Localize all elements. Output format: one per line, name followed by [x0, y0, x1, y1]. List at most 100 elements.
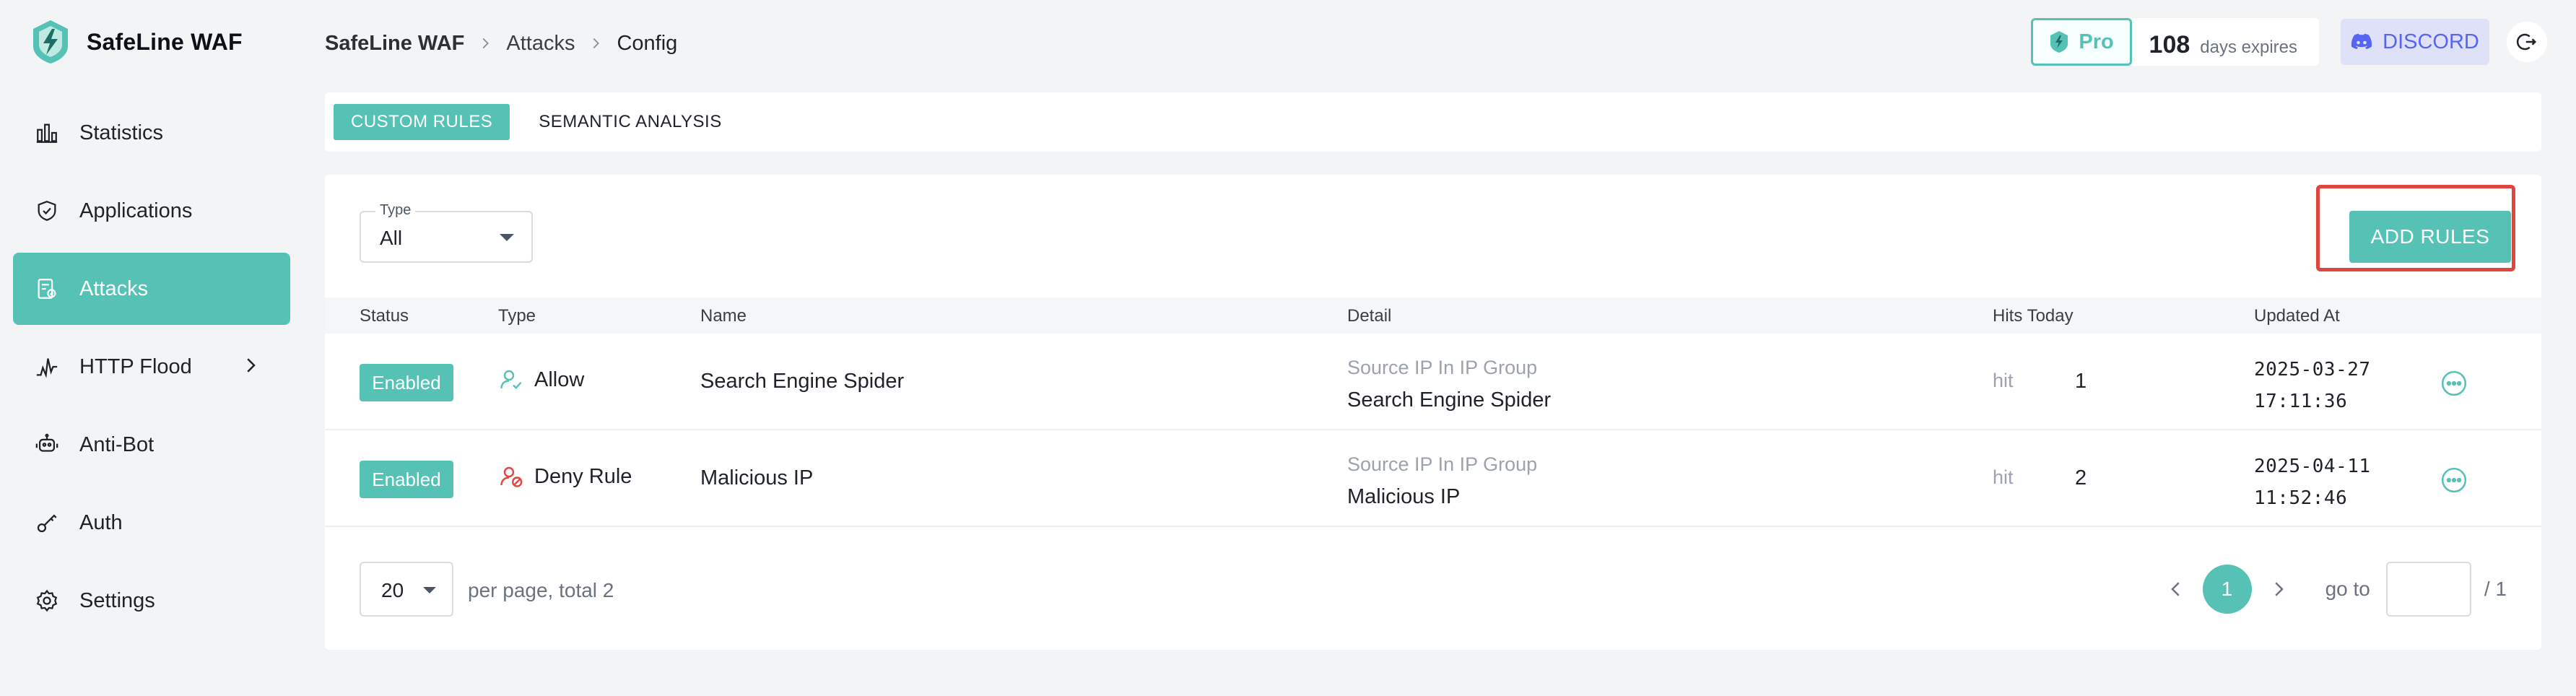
rules-tabs: CUSTOM RULES SEMANTIC ANALYSIS	[325, 92, 2541, 152]
sidebar-item-label: Anti-Bot	[79, 432, 155, 456]
rule-type: Deny Rule	[498, 464, 632, 490]
per-page-total-text: per page, total 2	[468, 579, 614, 601]
pro-label: Pro	[2079, 30, 2114, 53]
table-header: Status Type Name Detail Hits Today Updat…	[325, 297, 2541, 334]
rule-detail-condition: Source IP In IP Group	[1347, 453, 1538, 475]
logout-button[interactable]	[2507, 22, 2547, 62]
sidebar-item-settings[interactable]: Settings	[13, 565, 290, 637]
updated-at: 2025-03-27 17:11:36	[2254, 354, 2371, 417]
goto-label: go to	[2325, 578, 2370, 600]
more-actions-icon[interactable]	[2440, 370, 2468, 397]
sidebar-nav: Statistics Applications Attacks HTTP Flo…	[13, 97, 290, 643]
sidebar-item-label: Auth	[79, 510, 123, 534]
sidebar-item-label: Applications	[79, 199, 193, 222]
column-header-updated-at: Updated At	[2254, 306, 2340, 326]
gear-icon	[36, 589, 58, 612]
chevron-right-icon[interactable]	[240, 354, 261, 376]
updated-time: 11:52:46	[2254, 487, 2348, 509]
type-filter-label: Type	[375, 202, 416, 219]
key-icon	[37, 514, 57, 533]
breadcrumb-current: Config	[617, 31, 678, 55]
total-pages: / 1	[2484, 578, 2507, 600]
updated-date: 2025-03-27	[2254, 359, 2371, 380]
goto-page-input[interactable]	[2385, 562, 2471, 617]
discord-icon	[2351, 33, 2372, 49]
license-expiry: 108 days expires	[2131, 18, 2319, 66]
bar-chart-icon	[36, 123, 58, 143]
shield-icon	[38, 201, 56, 221]
hits-count: 1	[2075, 370, 2087, 393]
sidebar-item-applications[interactable]: Applications	[13, 175, 290, 247]
sidebar-item-label: Statistics	[79, 121, 164, 144]
rules-panel: Type All ADD RULES Status Type Name Deta…	[325, 175, 2541, 650]
status-badge[interactable]: Enabled	[360, 364, 453, 401]
caret-down-icon	[423, 587, 436, 593]
pro-badge[interactable]: Pro	[2030, 18, 2132, 66]
rule-detail-value: Malicious IP	[1347, 485, 1461, 508]
days-text: days expires	[2200, 38, 2297, 57]
rule-name: Search Engine Spider	[700, 370, 905, 393]
tab-custom-rules[interactable]: CUSTOM RULES	[334, 104, 510, 140]
tab-semantic-analysis[interactable]: SEMANTIC ANALYSIS	[521, 104, 739, 140]
discord-label: DISCORD	[2383, 30, 2479, 53]
column-header-name: Name	[700, 306, 747, 326]
logout-icon	[2516, 33, 2537, 51]
type-filter-value: All	[380, 227, 403, 249]
brand-name: SafeLine WAF	[87, 28, 243, 55]
sidebar: SafeLine WAF Statistics Applications Att…	[0, 0, 303, 696]
attack-doc-icon	[38, 279, 56, 299]
brand[interactable]: SafeLine WAF	[30, 16, 243, 68]
sidebar-item-statistics[interactable]: Statistics	[13, 97, 290, 169]
caret-down-icon	[500, 234, 514, 241]
sidebar-item-attacks[interactable]: Attacks	[13, 253, 290, 325]
discord-button[interactable]: DISCORD	[2341, 19, 2489, 65]
rule-type: Allow	[498, 367, 584, 393]
chevron-left-icon[interactable]	[2165, 578, 2187, 600]
updated-time: 17:11:36	[2254, 391, 2348, 412]
pulse-icon	[36, 358, 58, 378]
rule-detail-value: Search Engine Spider	[1347, 388, 1552, 412]
breadcrumb: SafeLine WAF Attacks Config	[325, 26, 677, 61]
type-filter-select[interactable]: Type All	[360, 202, 533, 263]
safeline-logo-icon	[33, 20, 68, 64]
header-actions: Pro 108 days expires DISCORD	[2030, 17, 2547, 66]
column-header-type: Type	[498, 306, 536, 326]
sidebar-item-anti-bot[interactable]: Anti-Bot	[13, 409, 290, 481]
hit-label: hit	[1993, 466, 2014, 488]
sidebar-item-auth[interactable]: Auth	[13, 487, 290, 559]
table-row[interactable]: Enabled Allow Search Engine Spider Sourc…	[325, 334, 2541, 430]
chevron-right-icon[interactable]	[2268, 578, 2289, 600]
days-count: 108	[2149, 31, 2190, 58]
per-page-select[interactable]: 20	[360, 562, 453, 617]
rule-detail-condition: Source IP In IP Group	[1347, 357, 1538, 378]
per-page-value: 20	[381, 579, 404, 601]
sidebar-item-label: Attacks	[79, 277, 149, 300]
rule-name: Malicious IP	[700, 466, 814, 490]
status-badge[interactable]: Enabled	[360, 461, 453, 498]
add-rules-button[interactable]: ADD RULES	[2349, 211, 2511, 263]
breadcrumb-attacks[interactable]: Attacks	[506, 32, 575, 56]
hits-count: 2	[2075, 466, 2087, 490]
column-header-detail: Detail	[1347, 306, 1392, 326]
sidebar-item-label: Settings	[79, 588, 155, 612]
sidebar-item-label: HTTP Flood	[79, 354, 192, 378]
column-header-status: Status	[360, 306, 409, 326]
rule-type-label: Allow	[534, 367, 585, 391]
more-actions-icon[interactable]	[2440, 466, 2468, 494]
hit-label: hit	[1993, 370, 2014, 391]
updated-at: 2025-04-11 11:52:46	[2254, 451, 2371, 514]
table-row[interactable]: Enabled Deny Rule Malicious IP Source IP…	[325, 430, 2541, 527]
breadcrumb-root[interactable]: SafeLine WAF	[325, 32, 464, 56]
page-button[interactable]: 1	[2202, 565, 2252, 614]
deny-user-icon	[500, 466, 523, 487]
sidebar-item-http-flood[interactable]: HTTP Flood	[13, 331, 290, 403]
chevron-right-icon	[593, 38, 600, 49]
pagination: 1 go to / 1	[2149, 562, 2507, 617]
allow-user-icon	[500, 370, 522, 389]
robot-icon	[35, 433, 58, 452]
rule-type-label: Deny Rule	[534, 464, 632, 488]
safeline-pro-icon	[2050, 31, 2068, 53]
column-header-hits-today: Hits Today	[1993, 306, 2074, 326]
updated-date: 2025-04-11	[2254, 456, 2371, 477]
chevron-right-icon	[482, 38, 489, 49]
